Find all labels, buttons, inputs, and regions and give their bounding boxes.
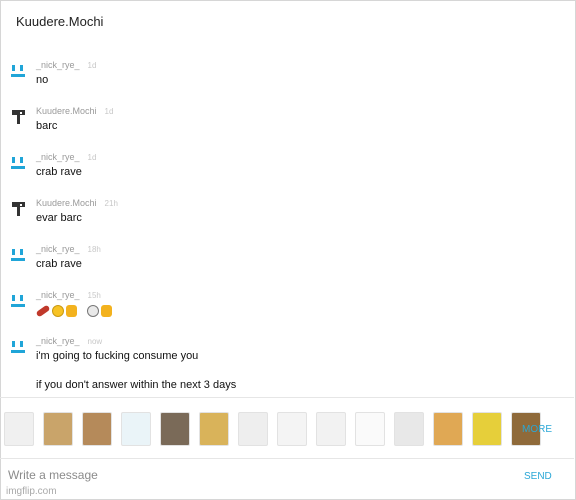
sticker-crying-face[interactable] (121, 412, 151, 446)
message-meta: _nick_rye_ 15h (36, 290, 101, 300)
message-username[interactable]: _nick_rye_ (36, 336, 80, 346)
message-text: barc (36, 120, 58, 132)
sticker-pixel-face[interactable] (199, 412, 229, 446)
sticker-jesus-face[interactable] (82, 412, 112, 446)
sticker-hat-meme[interactable] (160, 412, 190, 446)
thumbs-up-emoji (101, 305, 112, 317)
message-text: crab rave (36, 258, 82, 270)
message-meta: _nick_rye_ 1d (36, 60, 96, 70)
thumbs-up-emoji (66, 305, 77, 317)
message-meta: _nick_rye_ 1d (36, 152, 96, 162)
watermark: imgflip.com (6, 486, 57, 497)
message-text: evar barc (36, 212, 82, 224)
message-username[interactable]: _nick_rye_ (36, 152, 80, 162)
sticker-derp-face[interactable] (238, 412, 268, 446)
message-meta: Kuudere.Mochi 1d (36, 106, 113, 116)
message-username[interactable]: _nick_rye_ (36, 244, 80, 254)
message-text: if you don't answer within the next 3 da… (36, 379, 237, 391)
message-timestamp: 1d (104, 107, 114, 116)
message-timestamp: 1d (87, 153, 97, 162)
chat-title: Kuudere.Mochi (16, 14, 104, 29)
message-meta: _nick_rye_ now (36, 336, 102, 346)
message-username[interactable]: Kuudere.Mochi (36, 198, 97, 208)
divider (0, 397, 574, 398)
sticker-cat-face[interactable] (43, 412, 73, 446)
sticker-laughing-face[interactable] (394, 412, 424, 446)
sticker-sad-face[interactable] (316, 412, 346, 446)
message-username[interactable]: _nick_rye_ (36, 60, 80, 70)
message-timestamp: 21h (104, 199, 118, 208)
sticker-thinking-face[interactable] (355, 412, 385, 446)
sticker-doge-face[interactable] (433, 412, 463, 446)
user-avatar-icon[interactable] (10, 246, 28, 264)
user-avatar-icon[interactable] (10, 292, 28, 310)
sticker-rage-face[interactable] (4, 412, 34, 446)
message-text: crab rave (36, 166, 82, 178)
divider (0, 458, 574, 459)
grin-emoji (52, 305, 64, 317)
message-timestamp: 1d (87, 61, 97, 70)
message-meta: Kuudere.Mochi 21h (36, 198, 118, 208)
send-button[interactable]: SEND (524, 471, 552, 482)
user-avatar-icon[interactable] (10, 154, 28, 172)
hammer-avatar-icon[interactable] (10, 200, 28, 218)
hammer-avatar-icon[interactable] (10, 108, 28, 126)
message-text: no (36, 74, 49, 86)
sticker-troll-face[interactable] (277, 412, 307, 446)
user-avatar-icon[interactable] (10, 338, 28, 356)
message-username[interactable]: _nick_rye_ (36, 290, 80, 300)
message-text: i'm going to fucking consume you (36, 350, 199, 362)
message-timestamp: 15h (87, 291, 101, 300)
skull-emoji (87, 305, 99, 317)
message-meta: _nick_rye_ 18h (36, 244, 101, 254)
more-stickers-button[interactable]: MORE (522, 424, 552, 435)
message-timestamp: now (87, 337, 103, 346)
sticker-spongebob-face[interactable] (472, 412, 502, 446)
user-avatar-icon[interactable] (10, 62, 28, 80)
message-input[interactable]: Write a message (8, 468, 98, 482)
message-timestamp: 18h (87, 245, 101, 254)
dynamite-emoji (35, 304, 51, 318)
message-username[interactable]: Kuudere.Mochi (36, 106, 97, 116)
sticker-tray (4, 412, 541, 448)
emoji-row (35, 304, 112, 318)
